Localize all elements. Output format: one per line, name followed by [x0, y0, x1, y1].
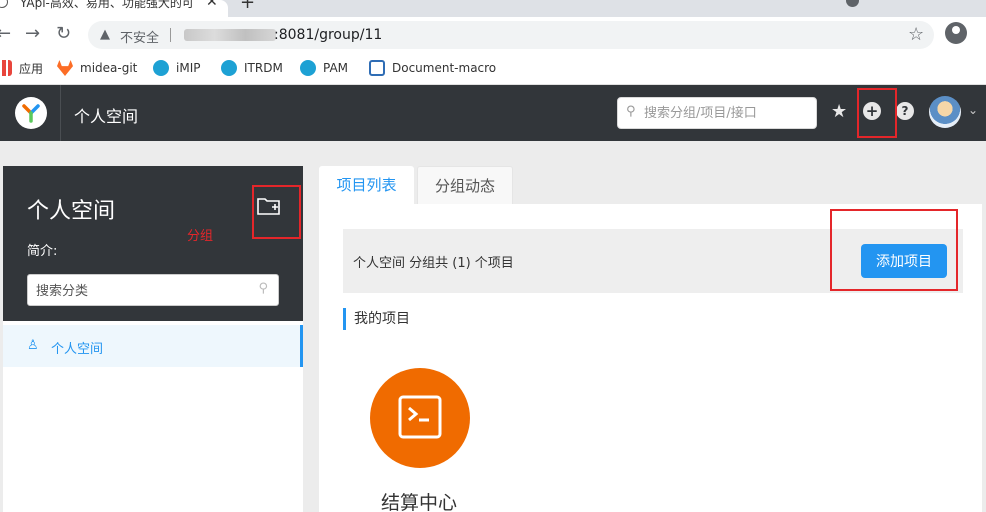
bookmark-imip[interactable]: iMIP: [153, 59, 200, 77]
redacted-host: [184, 29, 276, 41]
bookmark-star-icon[interactable]: ☆: [908, 24, 924, 45]
bookmark-itrdm[interactable]: ITRDM: [221, 59, 283, 77]
imip-icon: [153, 60, 169, 76]
project-card[interactable]: [370, 368, 470, 468]
sidebar-item-label: 个人空间: [51, 342, 104, 357]
profile-icon[interactable]: [945, 22, 967, 44]
gitlab-icon: [57, 60, 73, 76]
annotation-box-add-project: [830, 209, 958, 291]
search-icon: ⚲: [626, 104, 636, 119]
annotation-label: 分组: [187, 229, 214, 244]
security-label[interactable]: 不安全: [120, 27, 159, 46]
tab-search-icon[interactable]: [846, 0, 859, 7]
reload-icon[interactable]: ↻: [56, 23, 71, 45]
category-search-input[interactable]: [36, 282, 236, 300]
intro-label: 简介:: [27, 244, 58, 259]
bookmark-label: PAM: [323, 61, 349, 75]
back-icon[interactable]: ←: [0, 23, 11, 45]
browser-tabstrip: YApi-高效、易用、功能强大的可 ✕ +: [0, 0, 986, 17]
category-search[interactable]: ⚲: [27, 274, 279, 306]
address-bar[interactable]: ▲ 不安全 :8081/group/11 ☆: [88, 21, 934, 49]
user-icon: ♙: [27, 338, 39, 353]
star-icon[interactable]: ★: [831, 101, 847, 122]
section-title: 我的项目: [343, 308, 410, 330]
header-search-input[interactable]: [644, 104, 812, 122]
header-search[interactable]: ⚲: [617, 97, 817, 129]
forward-icon[interactable]: →: [25, 23, 40, 45]
tab-project-list[interactable]: 项目列表: [319, 166, 414, 204]
bookmark-label: iMIP: [176, 61, 201, 75]
project-name[interactable]: 结算中心: [381, 488, 457, 512]
group-title: 个人空间: [27, 199, 116, 224]
bookmark-midea-git[interactable]: midea-git: [57, 59, 137, 77]
tab-favicon-icon: [0, 0, 8, 8]
header-title: 个人空间: [74, 107, 139, 126]
terminal-icon: [398, 395, 442, 439]
header-divider: [60, 85, 61, 141]
pam-icon: [300, 60, 316, 76]
group-list: ♙ 个人空间: [3, 321, 303, 512]
annotation-box-add: [857, 88, 897, 138]
bookmark-label: midea-git: [80, 61, 138, 75]
yapi-logo-icon[interactable]: [15, 97, 47, 129]
omnibox-divider: [170, 28, 171, 42]
browser-tab[interactable]: YApi-高效、易用、功能强大的可 ✕: [0, 0, 228, 17]
url-text[interactable]: :8081/group/11: [274, 27, 382, 43]
bookmark-pam[interactable]: PAM: [300, 59, 348, 77]
document-icon: [369, 60, 385, 76]
itrdm-icon: [221, 60, 237, 76]
bookmarks-bar: 应用 midea-git iMIP ITRDM PAM Document-mac…: [0, 53, 986, 85]
search-icon: ⚲: [258, 281, 268, 296]
new-tab-button[interactable]: +: [240, 0, 255, 13]
warning-icon[interactable]: ▲: [100, 27, 110, 42]
bookmark-label: Document-macro: [392, 61, 497, 75]
project-summary: 个人空间 分组共 (1) 个项目: [353, 256, 514, 271]
bookmark-label: 应用: [19, 61, 44, 76]
tab-title: YApi-高效、易用、功能强大的可: [20, 0, 194, 10]
sidebar-item-personal-space[interactable]: ♙ 个人空间: [3, 325, 303, 367]
bookmark-apps[interactable]: 应用: [0, 59, 43, 77]
help-icon[interactable]: ?: [896, 102, 914, 120]
avatar[interactable]: [929, 96, 961, 128]
bookmark-document-macro[interactable]: Document-macro: [369, 59, 496, 77]
annotation-box-group: [252, 185, 301, 239]
tab-close-icon[interactable]: ✕: [206, 0, 218, 10]
chevron-down-icon[interactable]: ⌄: [968, 103, 978, 117]
bookmark-label: ITRDM: [244, 61, 283, 75]
apps-icon: [0, 60, 12, 76]
app-header: 个人空间 ⚲ ★ + ? ⌄: [0, 85, 986, 141]
browser-toolbar: ← → ↻ ▲ 不安全 :8081/group/11 ☆: [0, 17, 986, 53]
tab-group-activity[interactable]: 分组动态: [417, 166, 513, 204]
